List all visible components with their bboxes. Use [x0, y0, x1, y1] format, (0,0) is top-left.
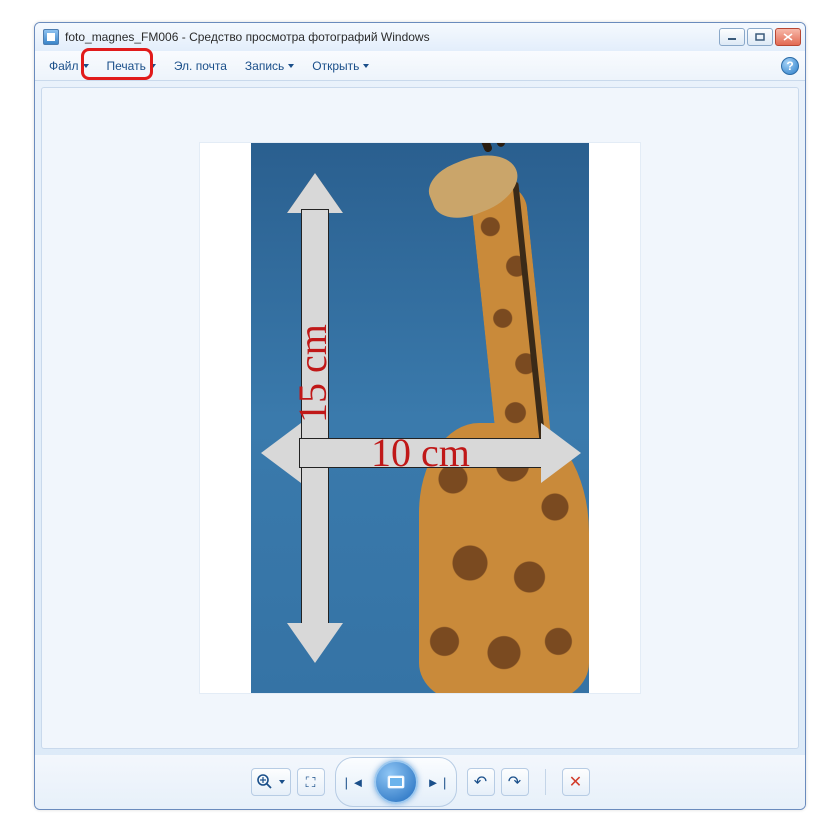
zoom-icon [256, 773, 276, 792]
maximize-icon [755, 33, 765, 41]
window-controls [719, 28, 801, 46]
displayed-photo: 15 cm 10 cm [251, 143, 589, 693]
menubar: Файл Печать Эл. почта Запись Открыть ? [35, 51, 805, 81]
previous-button[interactable]: | ◄ [338, 767, 372, 797]
photo-viewer-window: foto_magnes_FM006 - Средство просмотра ф… [34, 22, 806, 810]
menu-burn-label: Запись [245, 59, 284, 73]
help-button[interactable]: ? [781, 57, 799, 75]
menu-print[interactable]: Печать [99, 55, 164, 77]
app-icon [43, 29, 59, 45]
delete-button[interactable]: ✕ [562, 768, 590, 796]
menu-file-label: Файл [49, 59, 79, 73]
slideshow-icon [386, 774, 406, 790]
fit-to-window-button[interactable]: ⛶ [297, 768, 325, 796]
rotate-ccw-icon: ↶ [474, 772, 487, 792]
help-icon: ? [786, 59, 793, 73]
viewport[interactable]: 15 cm 10 cm [41, 87, 799, 749]
rotate-group: ↶ ↷ [467, 768, 529, 796]
zoom-group: ⛶ [251, 768, 325, 796]
delete-icon: ✕ [569, 772, 582, 792]
menu-open[interactable]: Открыть [304, 55, 377, 77]
close-icon [783, 33, 793, 41]
window-title: foto_magnes_FM006 - Средство просмотра ф… [65, 30, 719, 44]
rotate-ccw-button[interactable]: ↶ [467, 768, 495, 796]
rotate-cw-button[interactable]: ↷ [501, 768, 529, 796]
next-icon: ► | [427, 775, 447, 790]
chevron-down-icon [288, 64, 294, 68]
minimize-icon [727, 33, 737, 41]
maximize-button[interactable] [747, 28, 773, 46]
width-dimension-label: 10 cm [371, 429, 470, 476]
navigation-cluster: | ◄ ► | [335, 757, 457, 807]
menu-open-label: Открыть [312, 59, 359, 73]
height-dimension-label: 15 cm [289, 324, 336, 423]
menu-email-label: Эл. почта [174, 59, 227, 73]
chevron-down-icon [150, 64, 156, 68]
next-button[interactable]: ► | [420, 767, 454, 797]
titlebar: foto_magnes_FM006 - Средство просмотра ф… [35, 23, 805, 51]
toolbar-separator [545, 769, 546, 795]
menu-print-label: Печать [107, 59, 146, 73]
slideshow-button[interactable] [374, 760, 418, 804]
rotate-cw-icon: ↷ [508, 772, 521, 792]
zoom-button[interactable] [251, 768, 291, 796]
chevron-down-icon [363, 64, 369, 68]
fit-icon: ⛶ [306, 774, 316, 791]
previous-icon: | ◄ [345, 775, 365, 790]
menu-burn[interactable]: Запись [237, 55, 302, 77]
close-button[interactable] [775, 28, 801, 46]
menu-file[interactable]: Файл [41, 55, 97, 77]
chevron-down-icon [279, 780, 285, 784]
photo-canvas: 15 cm 10 cm [200, 143, 640, 693]
minimize-button[interactable] [719, 28, 745, 46]
giraffe-illustration [369, 143, 589, 693]
bottom-toolbar: ⛶ | ◄ ► | ↶ ↷ [35, 755, 805, 809]
chevron-down-icon [83, 64, 89, 68]
menu-email[interactable]: Эл. почта [166, 55, 235, 77]
